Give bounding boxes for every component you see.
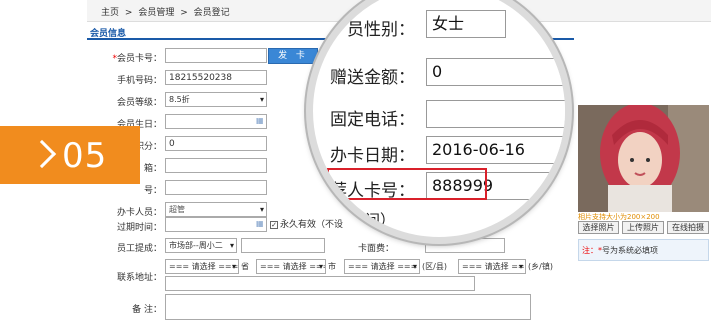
city-unit: 市 bbox=[328, 262, 336, 271]
permanent-checkbox[interactable]: ✓ 永久有效（不设 bbox=[270, 217, 343, 230]
expire-hint-text: 期时间） bbox=[335, 211, 396, 229]
gift-amount-label: 赠送金额： bbox=[330, 68, 415, 88]
phone-label: 手机号码： bbox=[116, 76, 162, 86]
portrait-image bbox=[578, 105, 709, 212]
district-select[interactable]: === 请选择 === bbox=[344, 259, 420, 274]
select-photo-button[interactable]: 选择照片 bbox=[578, 221, 619, 234]
staff-commission-select[interactable]: 市场部--周小二 bbox=[165, 238, 237, 253]
landline-input[interactable] bbox=[426, 100, 565, 128]
expire-label: 过期时间： bbox=[116, 223, 162, 233]
required-note: 注：*号为系统必填项 bbox=[578, 239, 709, 261]
card-no-input[interactable] bbox=[165, 48, 267, 63]
checkbox-icon[interactable]: ✓ bbox=[270, 221, 278, 229]
breadcrumb-current: 会员登记 bbox=[193, 8, 230, 18]
breadcrumb-home[interactable]: 主页 bbox=[101, 8, 119, 18]
birthday-input[interactable] bbox=[165, 114, 267, 129]
field-label: 号： bbox=[143, 186, 162, 196]
step-number: 05 bbox=[62, 136, 108, 176]
landline-label: 固定电话： bbox=[330, 110, 415, 130]
city-select[interactable]: === 请选择 === bbox=[256, 259, 326, 274]
points-input[interactable]: 0 bbox=[165, 136, 267, 151]
breadcrumb-separator: > bbox=[124, 8, 133, 18]
upload-photo-button[interactable]: 上传照片 bbox=[622, 221, 664, 234]
card-date-label: 办卡日期： bbox=[330, 146, 415, 166]
step-badge: 05 bbox=[0, 126, 140, 184]
note-text: 号为系统必填项 bbox=[602, 246, 658, 255]
gender-select[interactable]: 女士 bbox=[426, 10, 506, 38]
expire-input[interactable] bbox=[165, 217, 267, 232]
phone-input[interactable]: 18215520238 bbox=[165, 70, 267, 85]
referrer-highlight-box bbox=[327, 168, 487, 200]
remark-label: 备 注： bbox=[132, 305, 162, 315]
town-select[interactable]: === 请选择 === bbox=[458, 259, 526, 274]
note-prefix: 注：* bbox=[582, 246, 602, 255]
address-detail-input[interactable] bbox=[165, 276, 475, 291]
operator-select[interactable]: 超管 bbox=[165, 202, 267, 217]
address-label: 联系地址： bbox=[116, 273, 162, 283]
issue-card-button[interactable]: 发 卡 bbox=[268, 48, 318, 64]
commission-input[interactable] bbox=[241, 238, 325, 253]
remark-textarea[interactable] bbox=[165, 294, 531, 320]
staff-commission-label: 员工提成： bbox=[116, 244, 162, 254]
province-select[interactable]: === 请选择 === bbox=[165, 259, 239, 274]
member-photo bbox=[578, 105, 709, 212]
operator-label: 办卡人员： bbox=[116, 208, 162, 218]
breadcrumb-separator: > bbox=[180, 8, 188, 18]
town-unit: (乡/镇) bbox=[528, 262, 553, 271]
chevron-right-icon bbox=[27, 139, 57, 169]
card-no-label: *会员卡号： bbox=[112, 54, 162, 64]
calendar-icon[interactable]: ▦ bbox=[256, 116, 264, 125]
breadcrumb-module[interactable]: 会员管理 bbox=[138, 8, 174, 18]
gender-label: 员性别： bbox=[347, 20, 415, 40]
gift-amount-input[interactable]: 0 bbox=[426, 58, 565, 86]
card-fee-label: 卡面费： bbox=[358, 244, 395, 254]
province-unit: 省 bbox=[241, 262, 249, 271]
district-unit: (区/县) bbox=[422, 262, 447, 271]
text-input[interactable] bbox=[165, 180, 267, 195]
calendar-icon[interactable]: ▦ bbox=[256, 219, 264, 228]
text-input[interactable] bbox=[165, 158, 267, 173]
card-date-input[interactable]: 2016-06-16 bbox=[426, 136, 565, 164]
permanent-label: 永久有效（不设 bbox=[280, 220, 344, 230]
online-capture-button[interactable]: 在线拍摄 bbox=[667, 221, 709, 234]
level-select[interactable]: 8.5折 bbox=[165, 92, 267, 107]
magnifier-lens: 员性别： 女士 赠送金额： 0 固定电话： 办卡日期： 2016-06-16 推… bbox=[306, 0, 572, 244]
level-label: 会员等级： bbox=[116, 98, 162, 108]
